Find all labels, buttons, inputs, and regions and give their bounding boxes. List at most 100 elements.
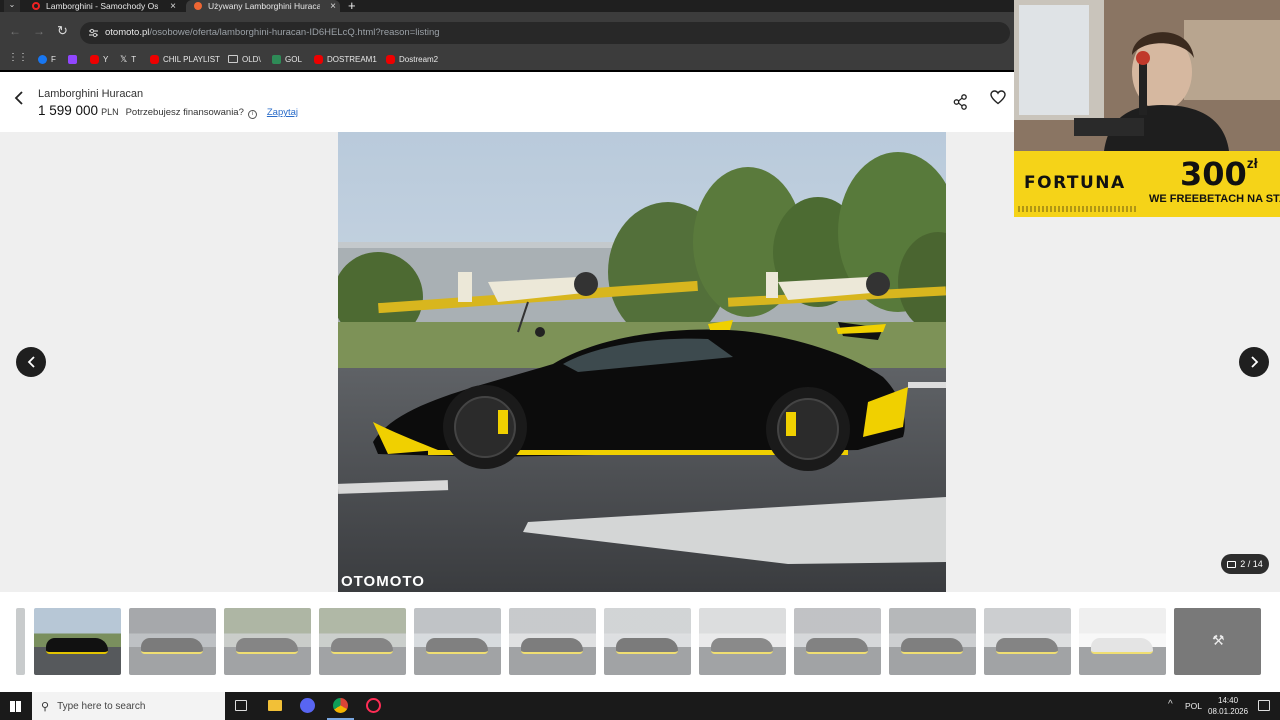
- next-photo-button[interactable]: [1239, 347, 1269, 377]
- bookmark-dostream1[interactable]: DOSTREAM1: [314, 53, 377, 65]
- gol-icon: [272, 54, 281, 64]
- close-tab-icon[interactable]: ×: [330, 1, 336, 12]
- photo-thumbnail[interactable]: [604, 608, 691, 675]
- clock[interactable]: 14:40 08.01.2026: [1208, 695, 1248, 717]
- listing-header: Lamborghini Huracan 1 599 000 PLN Potrze…: [0, 72, 1014, 132]
- camera-icon: [1227, 560, 1237, 568]
- windows-taskbar: ⚲ Type here to search ^ POL 14:40 08.01.…: [0, 692, 1280, 720]
- youtube-icon: [150, 54, 159, 64]
- wrench-icon: ⚒: [1212, 632, 1225, 648]
- ad-disclaimer: [1018, 206, 1138, 212]
- tab-strip: ⌄ Lamborghini - Samochody Osobowe × Używ…: [0, 0, 1014, 13]
- photo-thumbnail[interactable]: [129, 608, 216, 675]
- photo-thumbnail[interactable]: [224, 608, 311, 675]
- ad-amount: 300: [1180, 155, 1247, 193]
- youtube-icon: [386, 54, 395, 64]
- financing-question: Potrzebujesz finansowania?: [125, 107, 244, 118]
- otomoto-favicon-icon: [194, 2, 202, 10]
- bookmark-twitch[interactable]: [68, 53, 81, 65]
- thumbnail-strip: ⚒: [0, 592, 1280, 692]
- thumbnail-car-shape: [331, 638, 393, 654]
- clock-time: 14:40: [1218, 696, 1239, 705]
- facebook-icon: [38, 54, 47, 64]
- photo-thumbnail[interactable]: [414, 608, 501, 675]
- folder-icon: [228, 55, 238, 63]
- youtube-icon: [90, 54, 99, 64]
- otomoto-watermark: OTOMOTO: [341, 573, 425, 590]
- thumbnail-car-shape: [806, 638, 868, 654]
- listing-currency: PLN: [101, 107, 119, 117]
- url-field[interactable]: otomoto.pl/osobowe/oferta/lamborghini-hu…: [80, 22, 1010, 44]
- main-photo[interactable]: OTOMOTO: [338, 132, 946, 592]
- edit-photos-thumbnail[interactable]: ⚒: [1174, 608, 1261, 675]
- thumbnail-car-shape: [426, 638, 488, 654]
- bookmark-folder-old[interactable]: OLD\: [228, 53, 261, 65]
- taskbar-search-box[interactable]: ⚲ Type here to search: [32, 692, 225, 720]
- apps-grid-icon[interactable]: ⋮⋮: [8, 52, 28, 63]
- close-tab-icon[interactable]: ×: [170, 1, 176, 12]
- prev-photo-button[interactable]: [16, 347, 46, 377]
- ad-amount-row: 300zł: [1180, 155, 1258, 193]
- bookmark-gol[interactable]: GOL: [272, 53, 302, 65]
- webcam-image: [1014, 0, 1280, 151]
- webcam-overlay: [1014, 0, 1280, 151]
- windows-start-icon[interactable]: [10, 701, 21, 712]
- fortuna-ad-banner: FORTUNA 300zł WE FREEBETACH NA START: [1014, 151, 1280, 217]
- tab-search-button[interactable]: ⌄: [4, 0, 20, 12]
- opera-favicon-icon: [32, 2, 40, 10]
- bookmark-facebook[interactable]: F: [38, 53, 56, 65]
- language-indicator[interactable]: POL: [1185, 701, 1202, 711]
- bookmark-dostream2[interactable]: Dostream2: [386, 53, 438, 65]
- photo-thumbnail[interactable]: [889, 608, 976, 675]
- photo-thumbnail[interactable]: [699, 608, 786, 675]
- thumbnail-car-shape: [236, 638, 298, 654]
- tab-title: Używany Lamborghini Huracan: [208, 1, 320, 11]
- search-icon: ⚲: [41, 700, 50, 713]
- discord-icon[interactable]: [300, 698, 315, 713]
- tab-huracan-offer[interactable]: Używany Lamborghini Huracan ×: [186, 0, 340, 12]
- photo-thumbnail[interactable]: [16, 608, 25, 675]
- info-icon[interactable]: i: [247, 110, 257, 119]
- photo-thumbnail[interactable]: [319, 608, 406, 675]
- url-host: otomoto.pl: [105, 27, 150, 38]
- back-arrow-icon[interactable]: [13, 91, 25, 110]
- search-placeholder: Type here to search: [57, 700, 146, 712]
- notifications-icon[interactable]: [1258, 700, 1270, 711]
- photo-thumbnail[interactable]: [509, 608, 596, 675]
- financing-link[interactable]: Zapytaj: [267, 107, 298, 118]
- bookmark-x[interactable]: 𝕏T: [120, 53, 136, 65]
- photo-thumbnail[interactable]: [794, 608, 881, 675]
- ad-currency: zł: [1246, 155, 1258, 171]
- bookmark-chil-playlist[interactable]: CHIL PLAYLIST: [150, 53, 220, 65]
- photo-thumbnail[interactable]: [1079, 608, 1166, 675]
- tray-chevron-icon[interactable]: ^: [1168, 699, 1173, 710]
- file-explorer-icon[interactable]: [268, 700, 282, 711]
- photo-counter: 2 / 14: [1221, 554, 1269, 574]
- reload-icon[interactable]: ↻: [57, 23, 68, 39]
- photo-thumbnail[interactable]: [984, 608, 1071, 675]
- chevron-down-icon: ⌄: [8, 0, 16, 9]
- bookmarks-bar: ⋮⋮ F Y 𝕏T CHIL PLAYLIST OLD\ GOL DOSTREA…: [0, 48, 1014, 70]
- tab-lamborghini-listing[interactable]: Lamborghini - Samochody Osobowe ×: [26, 0, 180, 12]
- back-icon[interactable]: ←: [9, 24, 21, 38]
- photo-thumbnail[interactable]: [34, 608, 121, 675]
- chevron-right-icon: [1250, 356, 1258, 368]
- chrome-icon[interactable]: [333, 698, 348, 713]
- bookmark-youtube[interactable]: Y: [90, 53, 108, 65]
- site-info-icon[interactable]: [88, 28, 99, 38]
- clock-date: 08.01.2026: [1208, 707, 1249, 716]
- address-bar: ← → ↻ otomoto.pl/osobowe/oferta/lamborgh…: [0, 18, 1014, 48]
- thumbnail-car-shape: [1091, 638, 1153, 654]
- thumbnail-car-shape: [616, 638, 678, 654]
- thumbnail-car-shape: [521, 638, 583, 654]
- twitch-icon: [68, 54, 77, 64]
- url-path: /osobowe/oferta/lamborghini-huracan-ID6H…: [149, 27, 440, 38]
- thumbnail-car-shape: [711, 638, 773, 654]
- opera-gx-icon[interactable]: [366, 698, 381, 713]
- favorite-heart-icon[interactable]: [990, 90, 1006, 110]
- task-view-icon[interactable]: [235, 700, 247, 711]
- share-icon[interactable]: [953, 94, 968, 115]
- listing-title: Lamborghini Huracan: [38, 88, 144, 100]
- chevron-left-icon: [27, 356, 35, 368]
- forward-icon[interactable]: →: [33, 24, 45, 38]
